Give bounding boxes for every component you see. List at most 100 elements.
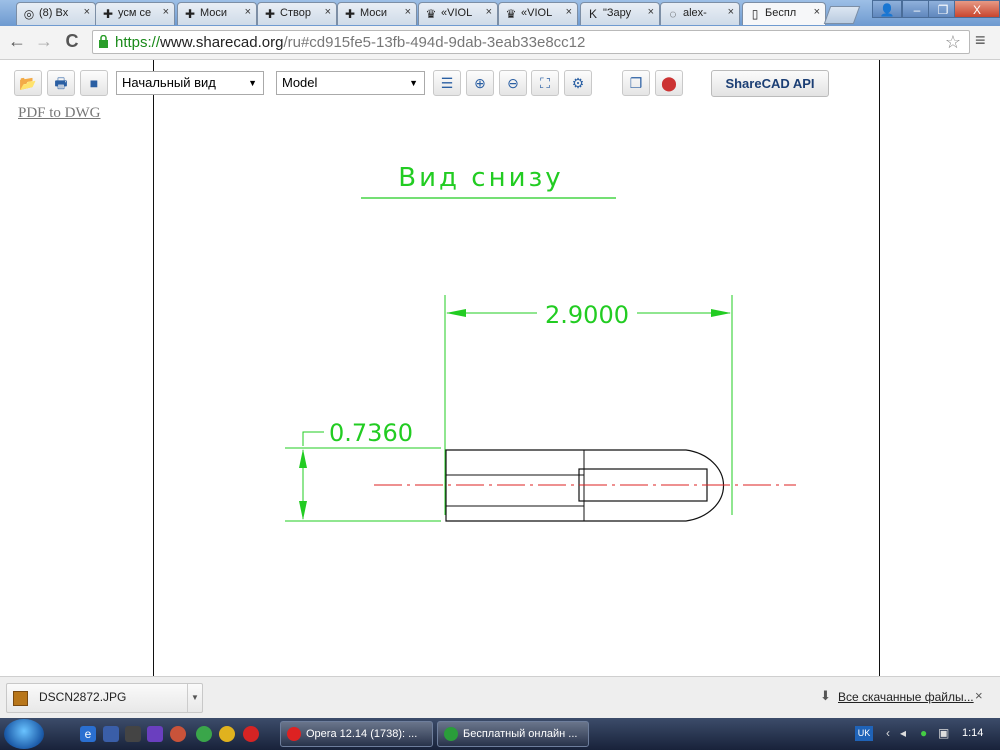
address-bar: ← → C https://www.sharecad.org/ru#cd915f…	[0, 26, 1000, 60]
close-icon[interactable]: ×	[245, 6, 251, 18]
save-button[interactable]: ■	[80, 70, 108, 96]
close-icon[interactable]: ×	[163, 6, 169, 18]
url-host: www.sharecad.org	[160, 34, 284, 51]
opera-icon	[287, 727, 301, 742]
bookmark-star-icon[interactable]: ☆	[945, 32, 961, 53]
download-arrow-icon: ⬇	[820, 688, 831, 703]
new-tab-button[interactable]	[823, 6, 861, 24]
lock-icon	[99, 35, 108, 48]
crown-icon: ♛	[505, 7, 517, 21]
browser-tab[interactable]: ◌ alex- ×	[660, 2, 740, 25]
download-item[interactable]: DSCN2872.JPG ▼	[6, 683, 203, 713]
arrow-right	[711, 309, 731, 317]
dimension-length-label: 2.9000	[545, 301, 629, 329]
browser-icon[interactable]	[170, 726, 186, 742]
browser-tab[interactable]: ▯ Беспл ×	[742, 2, 826, 25]
opera-icon[interactable]	[243, 726, 259, 742]
sharecad-page: 📂 🖶 ■ Начальный вид ▼ Model ▼ ☰ ⊕ ⊖ ⛶ ⚙ …	[0, 60, 1000, 676]
reload-button[interactable]: C	[62, 31, 82, 52]
tab-label: Моси	[200, 7, 228, 19]
pdf-to-dwg-link[interactable]: PDF to DWG	[18, 105, 101, 122]
chrome-icon[interactable]	[219, 726, 235, 742]
tray-network-icon[interactable]: ◂	[900, 726, 906, 740]
crown-icon: ♛	[425, 7, 437, 21]
close-icon[interactable]: ×	[84, 6, 90, 18]
arrow-up	[299, 449, 307, 468]
clock: 1:14	[962, 727, 984, 739]
tab-label: усм се	[118, 7, 152, 19]
tray-volume-icon[interactable]: ▣	[938, 726, 949, 740]
open-file-button[interactable]: 📂	[14, 70, 42, 96]
globe-icon: ◌	[669, 7, 677, 21]
browser-tab[interactable]: ♛ «VIOL ×	[498, 2, 578, 25]
back-button[interactable]: ←	[7, 31, 27, 52]
dimension-diameter-label: 0.7360	[329, 419, 413, 447]
user-profile-button[interactable]: 👤	[872, 0, 902, 18]
printer-icon: 🖶	[54, 75, 68, 91]
browser-tab[interactable]: ✚ усм се ×	[95, 2, 175, 25]
url-scheme: https://	[115, 34, 161, 51]
ie-icon[interactable]: e	[80, 726, 96, 742]
show-all-downloads-link[interactable]: Все скачанные файлы...	[838, 690, 974, 704]
start-button[interactable]	[4, 719, 44, 749]
cross-icon: ✚	[264, 7, 276, 21]
browser-menu-button[interactable]: ≡	[975, 30, 986, 51]
cad-drawing[interactable]: Вид снизу 2.9000 0.7360	[154, 60, 879, 676]
close-icon[interactable]: ×	[648, 6, 654, 18]
url-input[interactable]: https://www.sharecad.org/ru#cd915fe5-13f…	[92, 30, 970, 54]
close-icon[interactable]: ×	[566, 6, 572, 18]
browser-tab[interactable]: ◎ (8) Вх ×	[16, 2, 96, 25]
app-icon[interactable]	[103, 726, 119, 742]
cross-icon: ✚	[184, 7, 196, 21]
browser-tab[interactable]: ✚ Моси ×	[177, 2, 257, 25]
close-icon[interactable]: ×	[486, 6, 492, 18]
media-icon[interactable]	[125, 726, 141, 742]
download-file-name: DSCN2872.JPG	[39, 690, 127, 704]
leader-line	[302, 431, 324, 446]
forward-button[interactable]: →	[34, 31, 54, 52]
drawing-title: Вид снизу	[398, 163, 563, 193]
window-close-button[interactable]: X	[954, 0, 1000, 18]
cross-icon: ✚	[344, 7, 356, 21]
tab-label: «VIOL	[521, 7, 553, 19]
url-path: /ru#cd915fe5-13fb-494d-9dab-3eab33e8cc12	[283, 34, 586, 51]
chevron-down-icon[interactable]: ▼	[187, 684, 202, 712]
tab-label: (8) Вх	[39, 7, 69, 19]
chrome-icon	[444, 727, 458, 742]
browser-tab[interactable]: ✚ Створ ×	[257, 2, 337, 25]
visual-studio-icon[interactable]	[147, 726, 163, 742]
tray-arrow-icon[interactable]: ‹	[886, 726, 890, 740]
page-icon: ▯	[751, 7, 759, 21]
arrow-left	[446, 309, 466, 317]
print-button[interactable]: 🖶	[47, 70, 75, 96]
taskbar-chrome-label: Бесплатный онлайн ...	[463, 728, 578, 740]
close-icon[interactable]: ×	[814, 6, 820, 18]
url-text: https://www.sharecad.org/ru#cd915fe5-13f…	[115, 34, 585, 51]
image-file-icon	[13, 691, 28, 706]
disk-icon: ■	[89, 75, 99, 91]
tray-info-icon[interactable]: ●	[920, 726, 927, 740]
browser-tab[interactable]: ✚ Моси ×	[337, 2, 417, 25]
language-indicator[interactable]: UK	[855, 726, 873, 741]
mail-icon: ◎	[23, 7, 35, 21]
tab-label: Створ	[280, 7, 311, 19]
tab-label: Беспл	[765, 7, 797, 19]
close-download-bar-button[interactable]: ×	[975, 688, 983, 703]
folder-icon: 📂	[19, 75, 37, 91]
arrow-down	[299, 501, 307, 520]
close-icon[interactable]: ×	[325, 6, 331, 18]
viewer-right-border	[879, 60, 880, 676]
close-icon[interactable]: ×	[405, 6, 411, 18]
taskbar-chrome[interactable]: Бесплатный онлайн ...	[437, 721, 589, 747]
download-bar: DSCN2872.JPG ▼ ⬇ Все скачанные файлы... …	[0, 676, 1000, 719]
cross-icon: ✚	[102, 7, 114, 21]
utorrent-icon[interactable]	[196, 726, 212, 742]
browser-tab[interactable]: ♛ «VIOL ×	[418, 2, 498, 25]
tab-label: «VIOL	[441, 7, 473, 19]
windows-taskbar: e Opera 12.14 (1738): ... Бесплатный онл…	[0, 718, 1000, 750]
close-icon[interactable]: ×	[728, 6, 734, 18]
k-logo-icon: K	[588, 7, 597, 21]
tab-label: Моси	[360, 7, 388, 19]
taskbar-opera[interactable]: Opera 12.14 (1738): ...	[280, 721, 433, 747]
browser-tab[interactable]: K "Зару ×	[580, 2, 660, 25]
